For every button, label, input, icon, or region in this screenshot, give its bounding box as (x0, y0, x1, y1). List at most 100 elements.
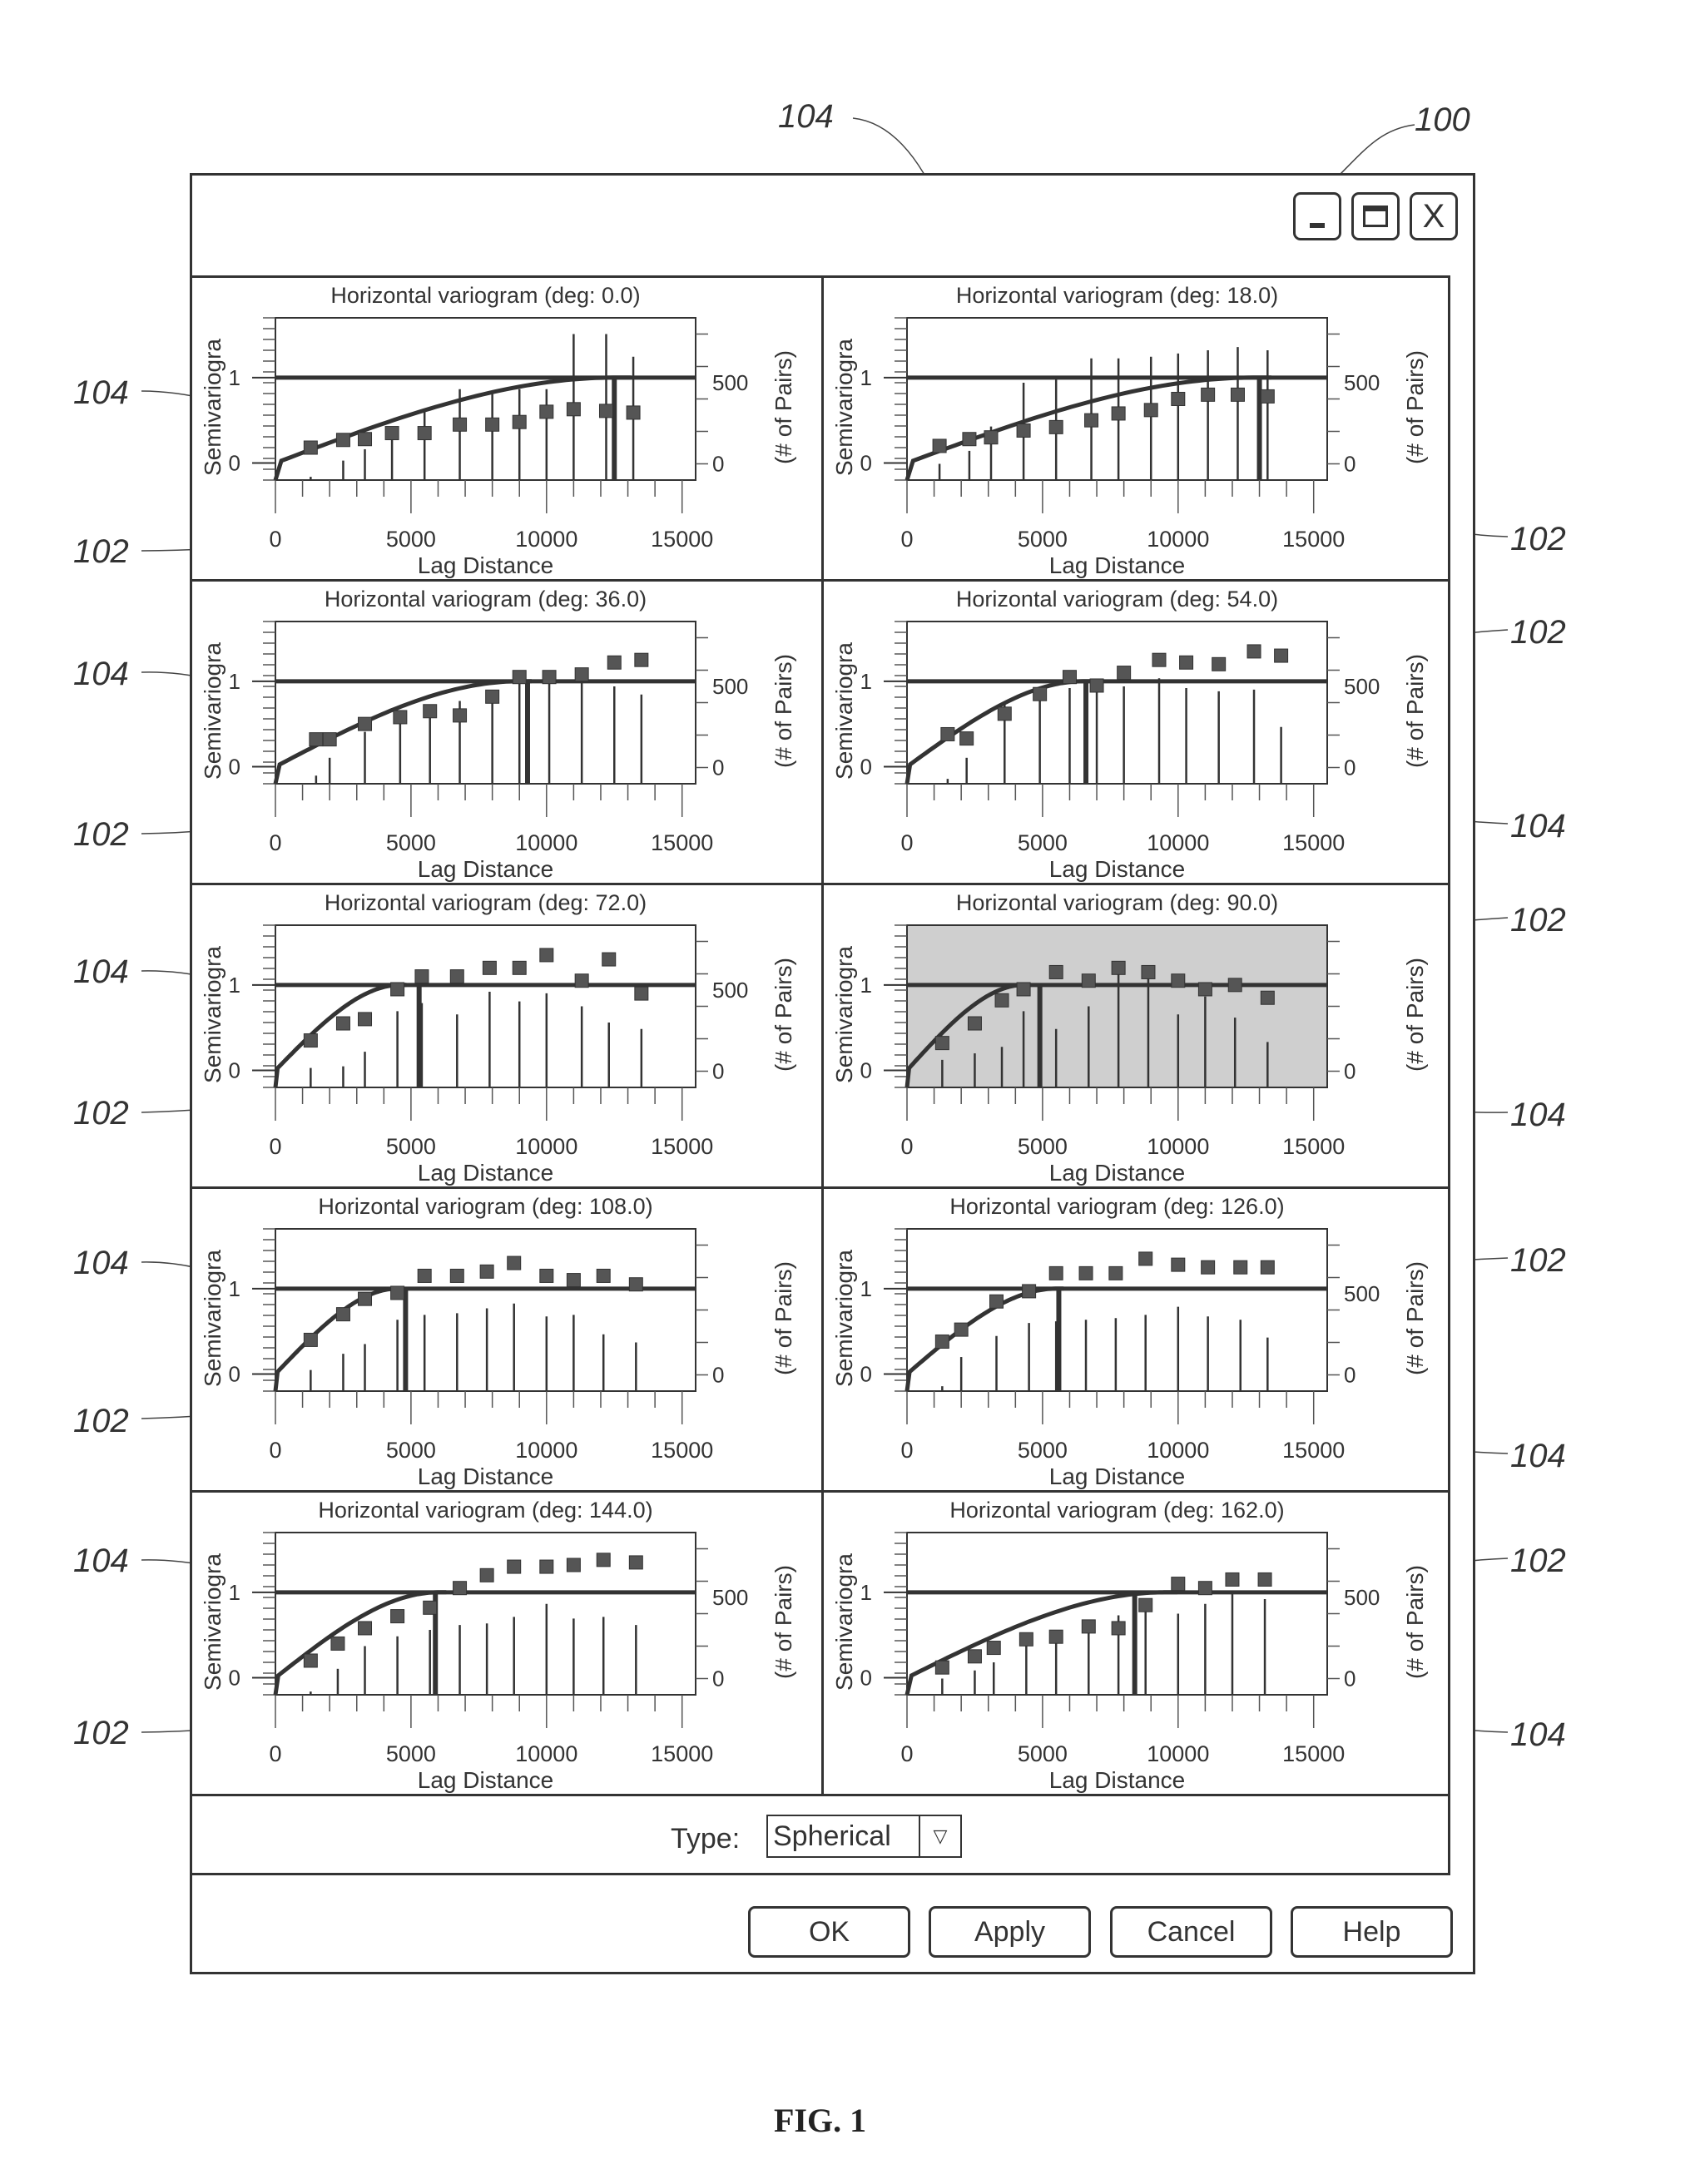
experimental-point-104 (512, 414, 527, 429)
x-tick-label: 10000 (1147, 1741, 1209, 1766)
variogram-panel[interactable]: Horizontal variogram (deg: 162.0) 0 1 0 500 0… (821, 1493, 1450, 1796)
experimental-point-104 (303, 1033, 318, 1048)
y2-tick-label: 0 (1344, 452, 1356, 477)
experimental-point-104 (1048, 1629, 1063, 1644)
reference-numeral-model-curve: 102 (1510, 1242, 1566, 1279)
variogram-panel[interactable]: Horizontal variogram (deg: 72.0) 0 1 0 500 0 5… (192, 885, 821, 1189)
experimental-point-104 (1111, 960, 1126, 975)
type-dropdown[interactable]: Spherical ▽ (766, 1815, 962, 1858)
experimental-point-104 (1138, 1251, 1153, 1266)
y2-tick-label: 500 (1344, 1281, 1380, 1306)
y2-tick-label: 500 (712, 370, 748, 395)
x-axis-label: Lag Distance (1049, 1767, 1185, 1793)
experimental-point-104 (596, 1268, 611, 1283)
variogram-panel[interactable]: Horizontal variogram (deg: 126.0) 0 1 0 500 0… (821, 1189, 1450, 1493)
close-button[interactable]: X (1410, 192, 1458, 240)
variogram-panel[interactable]: Horizontal variogram (deg: 90.0) 0 1 0 0 5000… (821, 885, 1450, 1189)
experimental-point-104 (1117, 666, 1132, 681)
experimental-point-104 (994, 993, 1009, 1008)
apply-button[interactable]: Apply (929, 1906, 1091, 1958)
x-tick-label: 0 (900, 1134, 913, 1159)
x-tick-label: 10000 (515, 830, 577, 855)
x-tick-label: 10000 (1147, 1438, 1209, 1463)
ok-button[interactable]: OK (748, 1906, 910, 1958)
chart-title: Horizontal variogram (deg: 108.0) (318, 1194, 652, 1219)
y-tick-label: 1 (860, 669, 872, 694)
experimental-point-104 (453, 1581, 468, 1596)
y2-axis-label: (# of Pairs) (1402, 654, 1428, 768)
y2-tick-label: 0 (712, 755, 724, 780)
experimental-point-104 (1081, 973, 1096, 988)
y2-axis-label: (# of Pairs) (1402, 1261, 1428, 1375)
experimental-point-104 (1016, 982, 1031, 997)
x-axis-label: Lag Distance (1049, 1463, 1185, 1489)
dropdown-arrow-icon[interactable]: ▽ (919, 1816, 960, 1856)
x-tick-label: 15000 (1282, 1134, 1345, 1159)
experimental-point-104 (954, 1322, 969, 1337)
variogram-panel[interactable]: Horizontal variogram (deg: 36.0) 0 1 0 500 0 5… (192, 582, 821, 885)
y-tick-label: 1 (860, 1580, 872, 1605)
y-tick-label: 1 (229, 973, 240, 998)
x-tick-label: 10000 (1147, 1134, 1209, 1159)
minimize-button[interactable] (1293, 192, 1341, 240)
variogram-chart: Horizontal variogram (deg: 36.0)0105000 5… (200, 587, 796, 882)
experimental-point-104 (1201, 387, 1216, 402)
reference-numeral-model-curve: 102 (1510, 521, 1566, 557)
y2-tick-label: 0 (712, 452, 724, 477)
experimental-point-104 (485, 689, 500, 704)
x-tick-label: 15000 (1282, 1741, 1345, 1766)
experimental-point-104 (1152, 652, 1167, 667)
x-tick-label: 0 (269, 830, 281, 855)
variogram-chart: Horizontal variogram (deg: 54.0)0105000 5… (831, 587, 1428, 882)
reference-numeral-model-curve: 102 (73, 816, 129, 853)
x-tick-label: 5000 (386, 1134, 436, 1159)
variogram-panel[interactable]: Horizontal variogram (deg: 0.0) 0 1 0 500 0 50… (192, 278, 821, 582)
variogram-panel[interactable]: Horizontal variogram (deg: 108.0) 0 1 0 0 500… (192, 1189, 821, 1493)
experimental-point-104 (303, 1653, 318, 1668)
y-tick-label: 0 (860, 1665, 872, 1690)
y-axis-label: Semivariogra (200, 339, 226, 476)
reference-numeral-model-curve: 102 (1510, 614, 1566, 651)
experimental-point-104 (358, 716, 373, 731)
experimental-point-104 (1197, 1581, 1212, 1596)
help-button[interactable]: Help (1291, 1906, 1453, 1958)
y2-tick-label: 500 (1344, 370, 1380, 395)
y2-tick-label: 500 (712, 978, 748, 1003)
experimental-point-104 (1233, 1260, 1248, 1275)
experimental-point-104 (1246, 644, 1261, 659)
experimental-point-104 (1260, 990, 1275, 1005)
minimize-icon (1310, 223, 1325, 228)
experimental-point-104 (1048, 1265, 1063, 1280)
experimental-point-104 (1018, 1632, 1033, 1647)
maximize-button[interactable] (1351, 192, 1400, 240)
experimental-point-104 (997, 706, 1012, 721)
variogram-panel[interactable]: Horizontal variogram (deg: 18.0) 0 1 0 500 0 5… (821, 278, 1450, 582)
experimental-point-104 (1230, 387, 1245, 402)
experimental-point-104 (1138, 1597, 1153, 1612)
y-tick-label: 0 (860, 1361, 872, 1386)
x-tick-label: 10000 (515, 1134, 577, 1159)
x-tick-label: 5000 (1018, 830, 1068, 855)
x-tick-label: 10000 (1147, 830, 1209, 855)
experimental-point-104 (507, 1255, 522, 1270)
variogram-panel[interactable]: Horizontal variogram (deg: 144.0) 0 1 0 500 0… (192, 1493, 821, 1796)
x-tick-label: 0 (269, 1741, 281, 1766)
experimental-point-104 (358, 432, 373, 447)
experimental-point-104 (566, 402, 581, 417)
experimental-point-104 (1033, 686, 1048, 701)
cancel-button[interactable]: Cancel (1110, 1906, 1272, 1958)
variogram-panel[interactable]: Horizontal variogram (deg: 54.0) 0 1 0 500 0 5… (821, 582, 1450, 885)
experimental-point-104 (1078, 1265, 1093, 1280)
experimental-point-104 (934, 1660, 949, 1675)
experimental-point-104 (1201, 1260, 1216, 1275)
experimental-point-104 (512, 670, 527, 685)
reference-numeral-data-point: 104 (73, 1543, 129, 1579)
experimental-point-104 (335, 1016, 350, 1031)
experimental-point-104 (539, 1268, 554, 1283)
x-tick-label: 15000 (651, 1134, 713, 1159)
y2-axis-label: (# of Pairs) (1402, 1565, 1428, 1679)
experimental-point-104 (1022, 1284, 1037, 1299)
experimental-point-104 (932, 438, 947, 453)
y2-tick-label: 500 (712, 674, 748, 699)
reference-numeral-window: 100 (1415, 102, 1470, 138)
